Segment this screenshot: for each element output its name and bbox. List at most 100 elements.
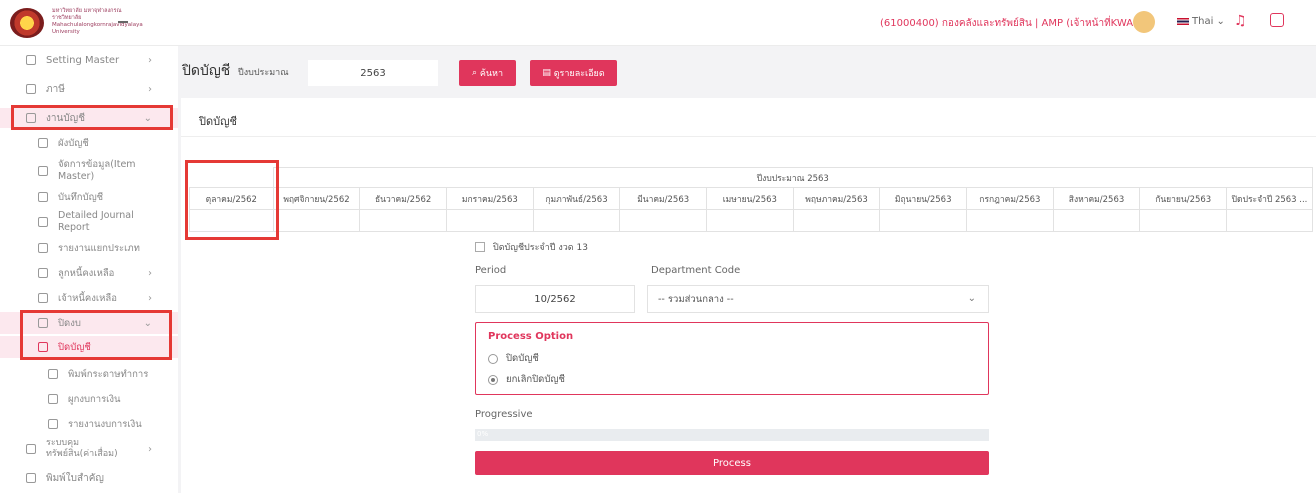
- sidebar-item-print-worksheet[interactable]: พิมพ์กระดาษทำการ: [0, 364, 178, 384]
- process-option-title: Process Option: [488, 331, 574, 342]
- sidebar-item-payables[interactable]: เจ้าหนี้คงเหลือ ›: [0, 288, 178, 308]
- month-header: เมษายน/2563: [706, 187, 794, 210]
- radio-checked[interactable]: [488, 374, 498, 385]
- table-cell[interactable]: [792, 209, 881, 232]
- avatar[interactable]: [1133, 11, 1155, 33]
- chevron-right-icon: ›: [148, 54, 152, 66]
- list-icon: [38, 243, 48, 253]
- month-header: สิงหาคม/2563: [1052, 187, 1141, 210]
- department-label: Department Code: [651, 265, 741, 276]
- sidebar-item-journal-entry[interactable]: บันทึกบัญชี: [0, 187, 178, 207]
- highlight-first-month: [185, 160, 279, 240]
- sidebar-item-financial-report[interactable]: รายงานงบการเงิน: [0, 414, 178, 434]
- menu-toggle-icon[interactable]: [118, 21, 128, 23]
- search-button[interactable]: ⌕ ค้นหา: [459, 60, 516, 86]
- table-cell[interactable]: [619, 209, 708, 232]
- month-header: พฤศจิกายน/2562: [272, 187, 361, 210]
- table-cell[interactable]: [446, 209, 534, 232]
- page-title: ปิดบัญชี: [182, 63, 231, 79]
- language-label: Thai: [1192, 16, 1214, 27]
- list-icon: [38, 192, 48, 202]
- table-cell[interactable]: [1226, 209, 1313, 232]
- sidebar-item-receivables[interactable]: ลูกหนี้คงเหลือ ›: [0, 263, 178, 283]
- university-logo-icon[interactable]: [10, 8, 44, 38]
- logo-text: มหาวิทยาลัย มหาจุฬาลงกรณราชวิทยาลัย Maha…: [52, 8, 143, 35]
- document-icon: [48, 394, 58, 404]
- chevron-down-icon: ⌄: [967, 293, 976, 304]
- sidebar-item-item-master[interactable]: จัดการข้อมูล(Item Master): [0, 157, 178, 185]
- close-year-checkbox[interactable]: [475, 242, 485, 252]
- sidebar-item-detailed-journal-report[interactable]: Detailed Journal Report: [0, 208, 178, 236]
- view-detail-button[interactable]: ▤ ดูรายละเอียด: [530, 60, 617, 86]
- tax-icon: [26, 84, 36, 94]
- fiscal-year-group-header: ปีงบประมาณ 2563: [272, 167, 1314, 188]
- table-row: [189, 209, 1313, 232]
- close-year-checkbox-row[interactable]: ปิดบัญชีประจำปี งวด 13: [475, 240, 588, 254]
- process-option-group: Process Option ปิดบัญชี ยกเลิกปิดบัญชี: [475, 322, 989, 395]
- month-header: ธันวาคม/2562: [359, 187, 447, 210]
- panel-title: ปิดบัญชี: [199, 115, 237, 128]
- month-header: ปิดประจำปี 2563 ...: [1226, 187, 1313, 210]
- sidebar-item-ledger-report[interactable]: รายงานแยกประเภท: [0, 238, 178, 258]
- month-header: มีนาคม/2563: [619, 187, 708, 210]
- period-label: Period: [475, 265, 507, 276]
- table-cell[interactable]: [1052, 209, 1141, 232]
- table-cell[interactable]: [966, 209, 1054, 232]
- user-info[interactable]: (61000400) กองคลังและทรัพย์สิน | AMP (เจ…: [880, 16, 1150, 31]
- top-header: มหาวิทยาลัย มหาจุฬาลงกรณราชวิทยาลัย Maha…: [0, 0, 1316, 46]
- highlight-accounting: [11, 105, 173, 130]
- search-icon: ⌕: [471, 68, 477, 78]
- document-icon: [38, 268, 48, 278]
- process-button[interactable]: Process: [475, 451, 989, 475]
- table-cell[interactable]: [532, 209, 621, 232]
- progress-bar: 0%: [475, 429, 989, 441]
- months-table: ปีงบประมาณ 2563 ตุลาคม/2562 พฤศจิกายน/25…: [189, 167, 1314, 232]
- document-icon: [48, 419, 58, 429]
- month-header: กุมภาพันธ์/2563: [532, 187, 621, 210]
- table-group-header-row: ปีงบประมาณ 2563: [190, 167, 1314, 188]
- table-header-row: ตุลาคม/2562 พฤศจิกายน/2562 ธันวาคม/2562 …: [189, 187, 1313, 210]
- highlight-close-accounts: [20, 310, 172, 360]
- sidebar-item-tax[interactable]: ภาษี ›: [0, 79, 178, 99]
- table-cell[interactable]: [879, 209, 968, 232]
- chevron-right-icon: ›: [148, 83, 152, 95]
- chevron-right-icon: ›: [148, 267, 152, 279]
- divider: [181, 136, 1316, 137]
- sidebar-item-asset-control[interactable]: ระบบคุม ทรัพย์สิน(ค่าเสื่อม) ›: [0, 435, 178, 463]
- month-header: พฤษภาคม/2563: [792, 187, 881, 210]
- sidebar: Setting Master › ภาษี › งานบัญชี ⌄ ผังบัญชี…: [0, 46, 178, 493]
- table-cell[interactable]: [272, 209, 361, 232]
- edit-icon: [38, 166, 48, 176]
- department-select[interactable]: -- รวมส่วนกลาง -- ⌄: [647, 285, 989, 313]
- month-header: มกราคม/2563: [446, 187, 534, 210]
- period-input[interactable]: [475, 285, 635, 313]
- toolbar: ปิดบัญชี ปีงบประมาณ ⌕ ค้นหา ▤ ดูรายละเอี…: [178, 46, 1316, 98]
- option-close-radio[interactable]: ปิดบัญชี: [488, 351, 539, 366]
- sidebar-item-setting-master[interactable]: Setting Master ›: [0, 50, 178, 70]
- radio-unchecked[interactable]: [488, 353, 498, 364]
- table-cell[interactable]: [359, 209, 447, 232]
- month-header: กันยายน/2563: [1139, 187, 1228, 210]
- table-cell[interactable]: [706, 209, 794, 232]
- chevron-right-icon: ›: [148, 292, 152, 304]
- option-cancel-radio[interactable]: ยกเลิกปิดบัญชี: [488, 372, 565, 387]
- edit-icon: [38, 138, 48, 148]
- close-accounts-panel: ปิดบัญชี ปีงบประมาณ 2563 ตุลาคม/2562 พฤศ…: [181, 98, 1316, 493]
- sidebar-item-chart-of-accounts[interactable]: ผังบัญชี: [0, 133, 178, 153]
- sidebar-item-link-statements[interactable]: ผูกงบการเงิน: [0, 389, 178, 409]
- progressive-label: Progressive: [475, 409, 533, 420]
- chat-icon[interactable]: [1270, 13, 1284, 27]
- document-icon: [48, 369, 58, 379]
- list-icon: ▤: [542, 68, 551, 78]
- table-cell[interactable]: [1139, 209, 1228, 232]
- asset-icon: [26, 444, 36, 454]
- sidebar-item-print-voucher[interactable]: พิมพ์ใบสำคัญ: [0, 468, 178, 488]
- fiscal-year-label: ปีงบประมาณ: [238, 68, 289, 78]
- month-header: กรกฎาคม/2563: [966, 187, 1054, 210]
- document-icon: [38, 293, 48, 303]
- bell-icon[interactable]: ♫: [1234, 13, 1248, 31]
- language-selector[interactable]: Thai ⌄: [1177, 16, 1225, 27]
- fiscal-year-input[interactable]: [308, 60, 438, 86]
- chevron-right-icon: ›: [148, 443, 152, 455]
- print-icon: [26, 473, 36, 483]
